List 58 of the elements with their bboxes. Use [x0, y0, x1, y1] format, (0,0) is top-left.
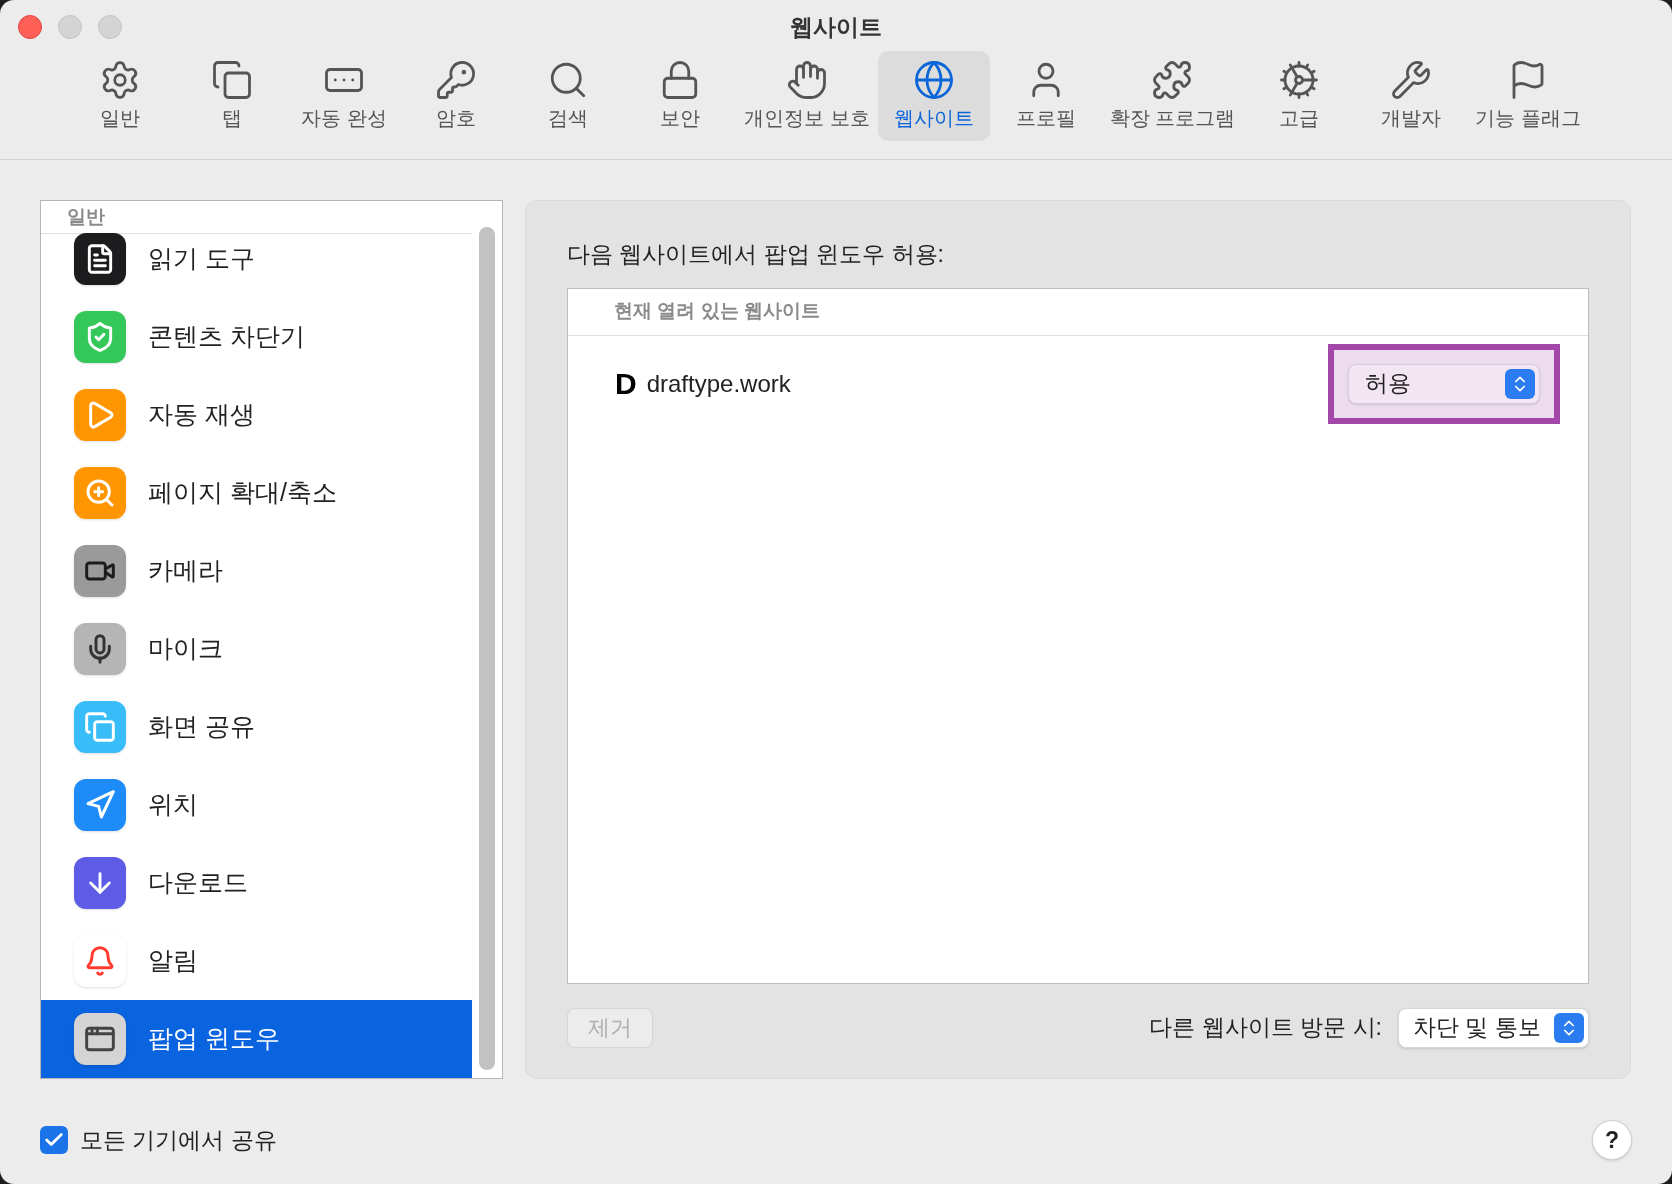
camera-icon — [74, 545, 126, 597]
tabs-icon — [211, 58, 253, 101]
toolbar-tab[interactable]: 개발자 — [1355, 50, 1468, 141]
setting-dropdown[interactable]: 허용 — [1348, 363, 1540, 404]
sidebar-item[interactable]: 카메라 — [41, 532, 472, 610]
minimize-button[interactable] — [58, 15, 82, 39]
toolbar-tab[interactable]: 암호 — [400, 50, 512, 141]
gears-icon — [1278, 58, 1321, 101]
microphone-icon — [74, 623, 126, 675]
hand-icon — [785, 58, 828, 101]
sidebar-item[interactable]: 다운로드 — [41, 844, 472, 922]
toolbar-tab[interactable]: 고급 — [1243, 50, 1356, 141]
checkbox[interactable] — [40, 1126, 68, 1154]
sidebar-item[interactable]: 페이지 확대/축소 — [41, 454, 472, 532]
sidebar-item[interactable]: 화면 공유 — [41, 688, 472, 766]
sidebar-item[interactable]: 자동 재생 — [41, 376, 472, 454]
toolbar-tab[interactable]: 검색 — [512, 50, 624, 141]
sidebar-item[interactable]: 알림 — [41, 922, 472, 1000]
shield-icon — [74, 311, 126, 363]
window-title: 웹사이트 — [790, 13, 882, 42]
help-button[interactable]: ? — [1592, 1120, 1632, 1160]
other-sites-label: 다른 웹사이트 방문 시: — [1149, 1013, 1382, 1043]
scrollbar[interactable] — [479, 227, 495, 1070]
play-icon — [74, 389, 126, 441]
sidebar-item[interactable]: 마이크 — [41, 610, 472, 688]
chevron-updown-icon — [1505, 368, 1535, 399]
toolbar-tab[interactable]: 자동 완성 — [288, 50, 400, 141]
sidebar-item[interactable]: 팝업 윈도우 — [41, 1000, 472, 1078]
toolbar-tab[interactable]: 탭 — [176, 50, 288, 141]
bell-icon — [74, 935, 126, 987]
panel-title: 다음 웹사이트에서 팝업 윈도우 허용: — [567, 240, 945, 269]
document-icon — [74, 233, 126, 285]
key-icon — [435, 58, 477, 101]
site-name: draftype.work — [646, 368, 791, 399]
wrench-icon — [1390, 58, 1433, 101]
toolbar-tab[interactable]: 기능 플래그 — [1467, 50, 1589, 141]
toolbar-tab[interactable]: 프로필 — [989, 50, 1102, 141]
puzzle-icon — [1151, 58, 1194, 101]
toolbar-tab[interactable]: 웹사이트 — [877, 50, 990, 141]
globe-icon — [912, 58, 955, 101]
section-header: 일반 — [67, 204, 105, 229]
zoom-icon — [74, 467, 126, 519]
zoom-button[interactable] — [98, 15, 122, 39]
default-setting-dropdown[interactable]: 차단 및 통보 — [1398, 1007, 1589, 1048]
toolbar-tab[interactable]: 개인정보 보호 — [736, 50, 878, 141]
sidebar-item[interactable]: 위치 — [41, 766, 472, 844]
toolbar-tab[interactable]: 보안 — [624, 50, 736, 141]
site-favicon: D — [615, 366, 637, 402]
close-button[interactable] — [18, 15, 42, 39]
sidebar-item[interactable]: 콘텐츠 차단기 — [41, 298, 472, 376]
toolbar-tab[interactable]: 일반 — [64, 50, 176, 141]
download-icon — [74, 857, 126, 909]
checkbox-label: 모든 기기에서 공유 — [80, 1125, 277, 1155]
window-icon — [74, 1013, 126, 1065]
screens-icon — [74, 701, 126, 753]
toolbar-tab[interactable]: 확장 프로그램 — [1101, 50, 1244, 141]
chevron-updown-icon — [1554, 1012, 1584, 1043]
section-header: 현재 열려 있는 웹사이트 — [614, 299, 820, 324]
